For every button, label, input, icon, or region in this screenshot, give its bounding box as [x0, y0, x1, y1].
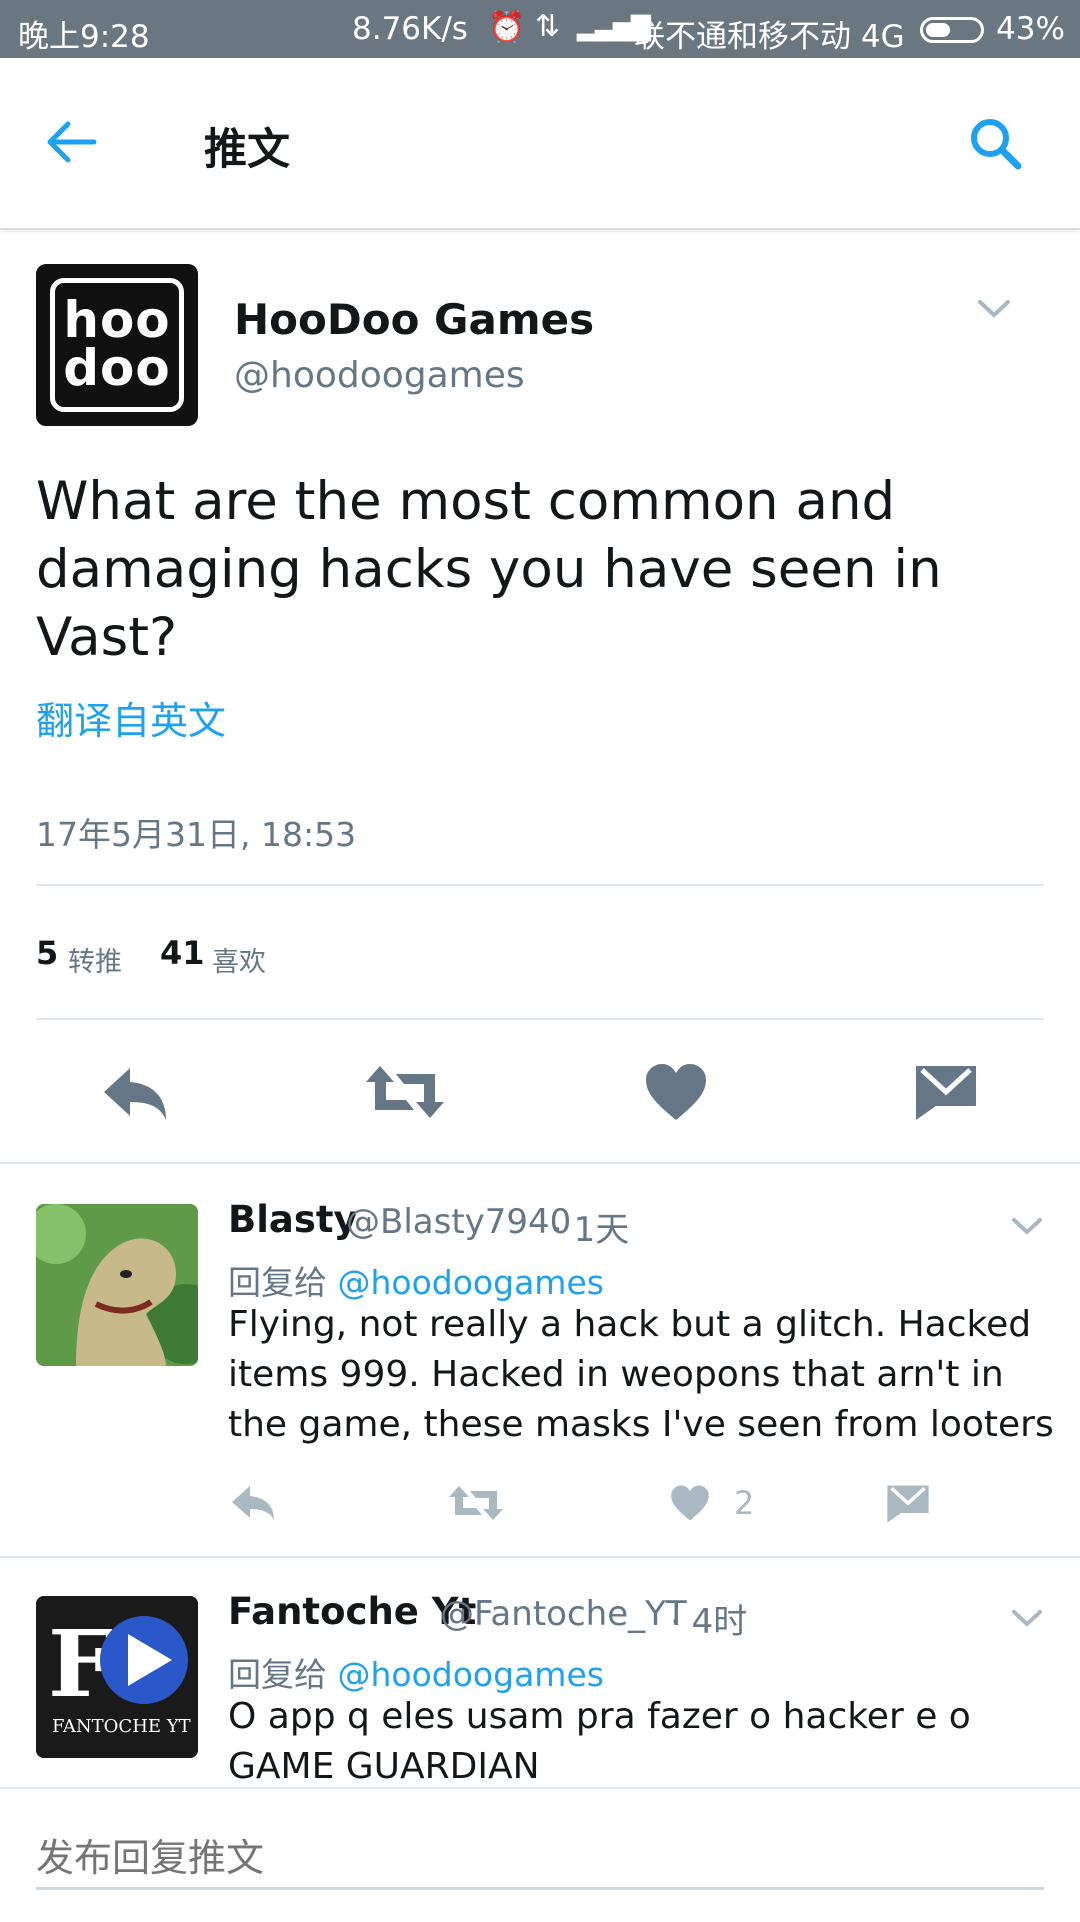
- translate-link[interactable]: 翻译自英文: [36, 690, 226, 745]
- battery-icon: [920, 17, 984, 43]
- reply-to-line: 回复给 @hoodoogames: [228, 1648, 604, 1696]
- reply-icon[interactable]: [100, 1062, 172, 1122]
- avatar[interactable]: F FANTOCHE YT: [36, 1596, 198, 1758]
- reply-to-handle[interactable]: @hoodoogames: [338, 1655, 604, 1694]
- alarm-icon: ⏰: [488, 10, 526, 45]
- divider: [0, 1162, 1080, 1164]
- author-name[interactable]: HooDoo Games: [234, 295, 594, 344]
- reply-author-handle[interactable]: @Fantoche_YT: [440, 1594, 687, 1634]
- carrier-name: 联不通和移不动 4G: [634, 19, 905, 55]
- chevron-down-icon[interactable]: [1010, 1606, 1044, 1630]
- reply-time: · 4时: [670, 1602, 748, 1642]
- reply-to-handle[interactable]: @hoodoogames: [338, 1263, 604, 1302]
- reply-to-label: 回复给: [228, 1655, 327, 1694]
- battery-percent: 43%: [996, 11, 1065, 47]
- direct-message-icon[interactable]: [914, 1064, 978, 1122]
- back-arrow-icon[interactable]: [44, 114, 100, 170]
- divider: [36, 1018, 1044, 1020]
- reply-author-name[interactable]: Blasty: [228, 1198, 358, 1241]
- fantoche-logo-text: FANTOCHE YT: [52, 1716, 191, 1737]
- data-transfer-icon: ⇅: [535, 9, 561, 44]
- author-avatar[interactable]: hoo doo: [36, 264, 198, 426]
- like-icon[interactable]: [644, 1062, 708, 1122]
- likes-label[interactable]: 喜欢: [212, 940, 266, 979]
- network-speed: 8.76K/s: [352, 11, 468, 47]
- reply-icon[interactable]: [230, 1484, 276, 1520]
- avatar[interactable]: [36, 1204, 198, 1366]
- reply-to-label: 回复给: [228, 1263, 327, 1302]
- reply-like-count: 2: [734, 1484, 755, 1522]
- compose-bar: [0, 1787, 1080, 1922]
- reply-text: Flying, not really a hack but a glitch. …: [228, 1304, 1054, 1445]
- reply-text: O app q eles usam pra fazer o hacker e o…: [228, 1696, 971, 1787]
- divider: [0, 1556, 1080, 1558]
- likes-count[interactable]: 41: [160, 934, 205, 972]
- author-handle[interactable]: @hoodoogames: [234, 355, 525, 396]
- app-header: 推文: [0, 58, 1080, 230]
- chevron-down-icon[interactable]: [976, 296, 1012, 320]
- status-bar: 晚上9:28 8.76K/s ⏰ ⇅ ▂▃▅▇ 联不通和移不动 4G 43%: [0, 0, 1080, 58]
- direct-message-icon[interactable]: [886, 1484, 930, 1524]
- reply-compose-input[interactable]: [36, 1829, 1044, 1890]
- tweet-text: What are the most common and damaging ha…: [36, 471, 942, 668]
- retweet-icon[interactable]: [448, 1484, 504, 1522]
- hoodoo-logo: hoo doo: [50, 278, 184, 412]
- retweet-icon[interactable]: [364, 1062, 446, 1122]
- like-icon[interactable]: [670, 1484, 710, 1522]
- search-icon[interactable]: [966, 114, 1026, 174]
- retweets-count[interactable]: 5: [36, 934, 58, 972]
- status-time: 晚上9:28: [18, 19, 150, 55]
- chevron-down-icon[interactable]: [1010, 1214, 1044, 1238]
- retweets-label[interactable]: 转推: [68, 940, 122, 979]
- reply-author-handle[interactable]: @Blasty7940: [346, 1202, 571, 1242]
- reply-to-line: 回复给 @hoodoogames: [228, 1256, 604, 1304]
- page-title: 推文: [204, 125, 290, 175]
- reply-time: · 1天: [552, 1210, 630, 1250]
- divider: [36, 884, 1044, 886]
- tweet-timestamp: 17年5月31日, 18:53: [36, 815, 357, 854]
